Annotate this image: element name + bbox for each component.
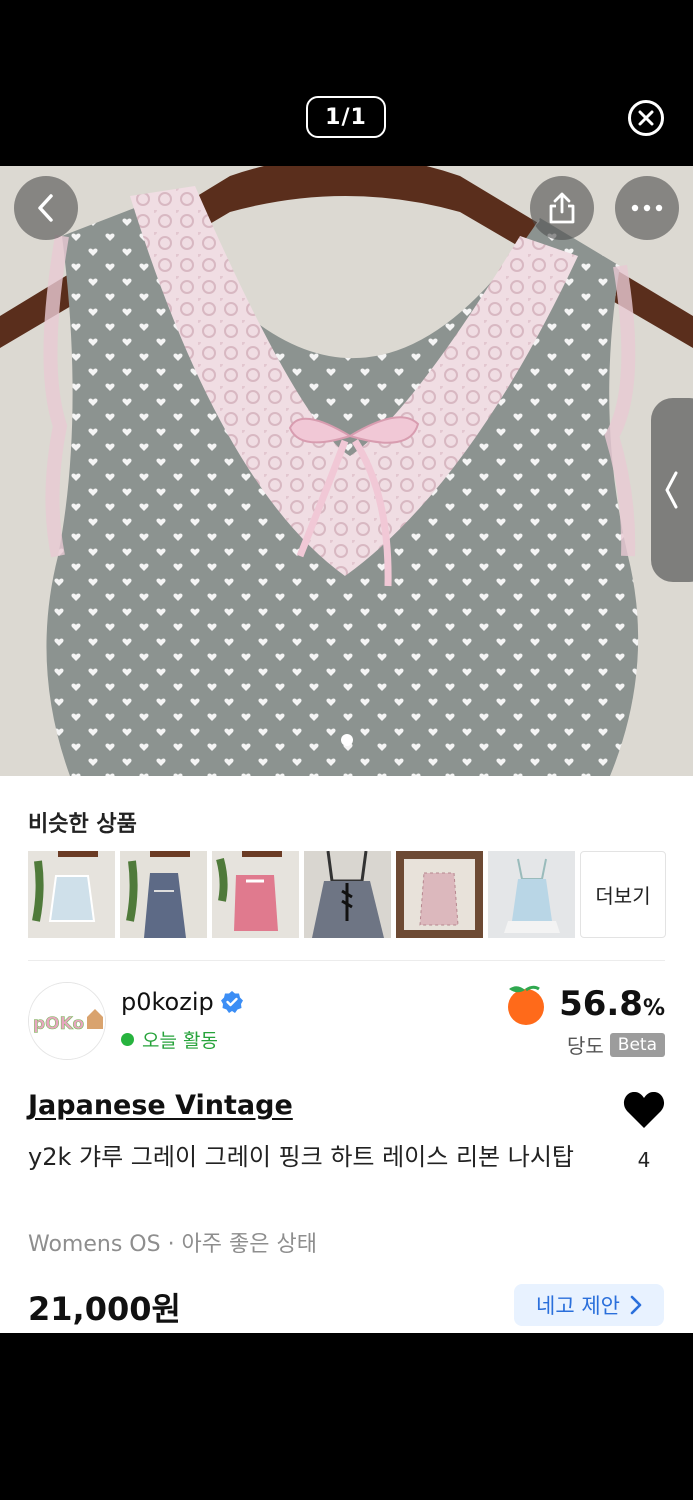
like-count: 4 [637, 1148, 651, 1172]
chevron-left-icon [38, 194, 53, 222]
carousel-dot-active [340, 734, 353, 746]
more-dots-icon [631, 204, 663, 212]
score-value-wrap: 56.8% [559, 984, 665, 1024]
similar-product-thumb[interactable] [28, 851, 115, 938]
chevron-left-icon [665, 471, 678, 509]
verified-badge-icon [220, 991, 243, 1013]
product-info-sheet: 비슷한 상품 더보기 pOKo p0kozip 오늘 활동 56.8% 당도 B… [0, 776, 693, 1333]
like-button[interactable] [622, 1088, 666, 1132]
product-meta: Womens OS · 아주 좋은 상태 [28, 1232, 317, 1257]
carousel-indicator [0, 734, 693, 746]
close-button[interactable] [628, 100, 664, 136]
back-button[interactable] [14, 176, 78, 240]
score-unit: % [642, 996, 665, 1021]
offer-label: 네고 제안 [536, 1294, 620, 1318]
seller-name-row[interactable]: p0kozip [121, 988, 244, 1016]
brand-link[interactable]: Japanese Vintage [28, 1090, 293, 1121]
product-image [0, 166, 693, 776]
image-counter: 1/1 [306, 96, 386, 138]
seller-score[interactable]: 56.8% [503, 981, 665, 1027]
similar-product-thumb[interactable] [396, 851, 483, 938]
product-title: y2k 갸루 그레이 그레이 핑크 하트 레이스 리본 나시탑 [28, 1143, 575, 1171]
viewer-top-bar: 1/1 [0, 0, 693, 166]
side-panel-tab[interactable] [651, 398, 693, 582]
heart-icon [623, 1091, 665, 1128]
score-label: 당도 [566, 1034, 604, 1058]
orange-fruit-icon [508, 985, 545, 1025]
product-price: 21,000원 [28, 1290, 181, 1328]
active-status-dot [121, 1033, 134, 1046]
product-photo[interactable] [0, 166, 693, 776]
divider [28, 960, 665, 961]
offer-button[interactable]: 네고 제안 [514, 1284, 664, 1326]
seller-activity: 오늘 활동 [121, 1026, 218, 1053]
similar-products-list: 더보기 [28, 851, 666, 938]
similar-product-thumb[interactable] [120, 851, 207, 938]
svg-text:pOKo: pOKo [33, 1014, 84, 1034]
more-similar-button[interactable]: 더보기 [580, 851, 666, 938]
score-label-row: 당도 Beta [567, 1030, 665, 1059]
seller-name: p0kozip [121, 988, 214, 1016]
score-value: 56.8 [559, 984, 643, 1024]
similar-products-title: 비슷한 상품 [28, 812, 137, 837]
chevron-right-icon [630, 1295, 642, 1315]
beta-badge: Beta [609, 1032, 665, 1057]
similar-product-thumb[interactable] [304, 851, 391, 938]
share-icon [549, 192, 575, 224]
close-icon [638, 110, 654, 126]
more-options-button[interactable] [615, 176, 679, 240]
similar-product-thumb[interactable] [212, 851, 299, 938]
seller-logo: pOKo [29, 983, 105, 1059]
share-button[interactable] [530, 176, 594, 240]
seller-status: 오늘 활동 [142, 1030, 218, 1052]
seller-avatar[interactable]: pOKo [28, 982, 106, 1060]
bottom-black-area [0, 1333, 693, 1500]
similar-product-thumb[interactable] [488, 851, 575, 938]
